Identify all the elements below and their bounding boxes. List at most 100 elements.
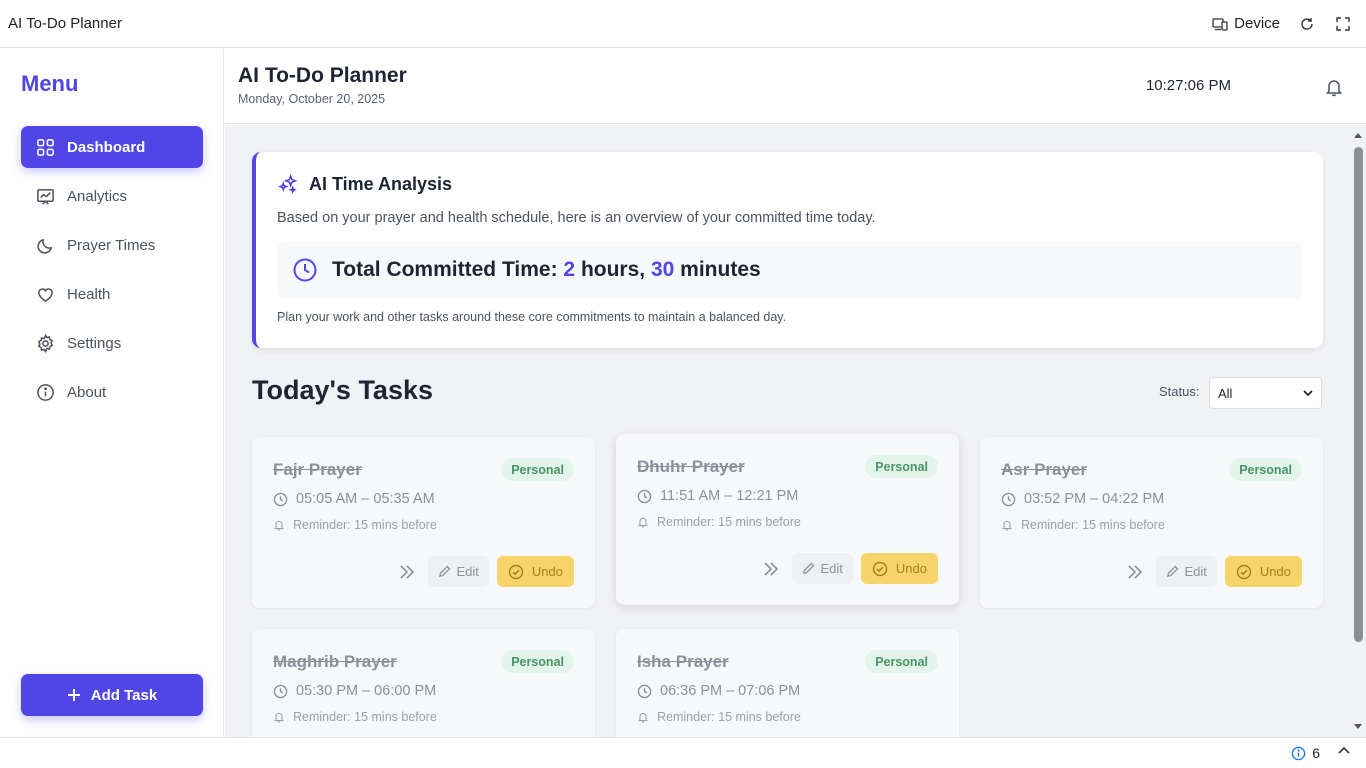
edit-button[interactable]: Edit	[427, 556, 489, 587]
chevron-up-icon[interactable]	[1338, 746, 1350, 754]
task-reminder-text: Reminder: 15 mins before	[657, 515, 801, 529]
task-title: Asr Prayer	[1001, 460, 1088, 479]
bell-icon	[1326, 80, 1342, 97]
device-icon	[1212, 17, 1228, 31]
edit-label: Edit	[1184, 564, 1207, 579]
ai-card-title: AI Time Analysis	[309, 174, 453, 194]
total-committed-text: Total Committed Time: 2 hours, 30 minute…	[332, 258, 761, 282]
task-reminder-text: Reminder: 15 mins before	[1021, 518, 1165, 532]
task-time: 03:52 PM – 04:22 PM	[1001, 491, 1164, 507]
status-filter-select[interactable]: All	[1209, 377, 1322, 409]
task-reminder: Reminder: 15 mins before	[1001, 518, 1165, 532]
device-button[interactable]: Device	[1212, 15, 1280, 32]
hours-unit: hours,	[580, 258, 646, 281]
info-badge[interactable]: 6	[1291, 745, 1320, 761]
notifications-button[interactable]	[1324, 77, 1344, 97]
task-time-text: 06:36 PM – 07:06 PM	[660, 683, 801, 699]
fullscreen-icon	[1336, 16, 1350, 31]
bell-icon	[1002, 520, 1012, 531]
total-committed-time: Total Committed Time: 2 hours, 30 minute…	[277, 242, 1302, 298]
fullscreen-button[interactable]	[1334, 15, 1352, 33]
task-reminder-text: Reminder: 15 mins before	[293, 518, 437, 532]
sidebar-item-label: Prayer Times	[67, 236, 156, 254]
total-prefix: Total Committed Time:	[332, 258, 558, 281]
status-filter-label: Status:	[1159, 384, 1200, 399]
clock-icon	[1001, 492, 1016, 506]
sidebar-item-analytics[interactable]: Analytics	[21, 175, 203, 217]
page-title: AI To-Do Planner	[238, 64, 407, 87]
sidebar: Menu Dashboard Analytics Prayer Times He…	[0, 49, 224, 737]
info-icon	[37, 383, 54, 401]
pencil-icon	[802, 562, 814, 574]
undo-label: Undo	[1259, 564, 1291, 579]
clock-icon	[637, 684, 652, 698]
minutes-unit: minutes	[680, 258, 761, 281]
clock-icon	[293, 258, 317, 282]
bell-icon	[638, 712, 648, 723]
task-reminder: Reminder: 15 mins before	[273, 518, 437, 532]
total-minutes: 30	[650, 258, 675, 281]
sidebar-item-about[interactable]: About	[21, 371, 203, 413]
category-badge: Personal	[501, 458, 574, 481]
page-header: AI To-Do Planner Monday, October 20, 202…	[225, 49, 1366, 124]
edit-button[interactable]: Edit	[1155, 556, 1217, 587]
sidebar-item-prayer-times[interactable]: Prayer Times	[21, 224, 203, 266]
check-circle-icon	[508, 564, 524, 579]
undo-label: Undo	[531, 564, 563, 579]
check-circle-icon	[1236, 564, 1252, 579]
info-count: 6	[1312, 745, 1320, 761]
task-reminder: Reminder: 15 mins before	[637, 515, 801, 529]
task-card: Maghrib Prayer Personal 05:30 PM – 06:00…	[252, 629, 595, 737]
status-filter-value: All	[1218, 385, 1233, 401]
undo-button[interactable]: Undo	[860, 553, 938, 584]
chevrons-right-icon	[763, 561, 778, 576]
undo-button[interactable]: Undo	[496, 556, 574, 587]
window-title: AI To-Do Planner	[8, 15, 122, 32]
sidebar-item-settings[interactable]: Settings	[21, 322, 203, 364]
heart-icon	[38, 287, 53, 302]
task-time: 11:51 AM – 12:21 PM	[637, 488, 798, 504]
bottom-status-bar: 6	[0, 737, 1366, 768]
clock: 10:27:06 PM	[1145, 77, 1231, 94]
chevrons-right-icon	[399, 564, 414, 579]
ai-time-analysis-card: AI Time Analysis Based on your prayer an…	[252, 152, 1323, 348]
undo-button[interactable]: Undo	[1224, 556, 1302, 587]
category-badge: Personal	[1229, 458, 1302, 481]
clock-icon	[273, 492, 288, 506]
device-label: Device	[1234, 15, 1280, 32]
task-title: Maghrib Prayer	[273, 652, 397, 671]
sidebar-item-label: Dashboard	[67, 138, 146, 156]
vertical-scrollbar[interactable]	[1351, 125, 1366, 737]
page-date: Monday, October 20, 2025	[238, 92, 386, 106]
add-task-label: Add Task	[90, 686, 158, 704]
bell-icon	[638, 517, 648, 528]
task-time: 05:30 PM – 06:00 PM	[273, 683, 436, 699]
pencil-icon	[1166, 565, 1178, 577]
check-circle-icon	[872, 561, 888, 576]
gear-icon	[37, 333, 54, 353]
add-task-button[interactable]: Add Task	[21, 674, 203, 716]
task-time: 06:36 PM – 07:06 PM	[637, 683, 800, 699]
sidebar-item-dashboard[interactable]: Dashboard	[21, 126, 203, 168]
skip-button[interactable]	[1122, 557, 1148, 587]
refresh-button[interactable]	[1298, 15, 1316, 33]
scroll-up-arrow[interactable]	[1354, 133, 1362, 138]
task-reminder: Reminder: 15 mins before	[637, 710, 801, 724]
refresh-icon	[1301, 17, 1313, 30]
task-card: Isha Prayer Personal 06:36 PM – 07:06 PM…	[616, 629, 959, 737]
scrollbar-thumb[interactable]	[1354, 147, 1363, 642]
edit-button[interactable]: Edit	[791, 553, 853, 584]
sidebar-item-label: About	[67, 383, 107, 401]
task-time-text: 03:52 PM – 04:22 PM	[1024, 491, 1165, 507]
grid-icon	[37, 138, 54, 156]
edit-label: Edit	[456, 564, 479, 579]
scroll-down-arrow[interactable]	[1354, 724, 1362, 729]
ai-card-description: Based on your prayer and health schedule…	[277, 210, 876, 226]
chevron-down-icon	[1303, 389, 1313, 396]
task-title: Fajr Prayer	[273, 460, 362, 479]
sidebar-item-health[interactable]: Health	[21, 273, 203, 315]
tasks-section-title: Today's Tasks	[252, 375, 433, 405]
sparkles-icon	[278, 174, 298, 194]
skip-button[interactable]	[758, 554, 784, 584]
skip-button[interactable]	[394, 557, 420, 587]
